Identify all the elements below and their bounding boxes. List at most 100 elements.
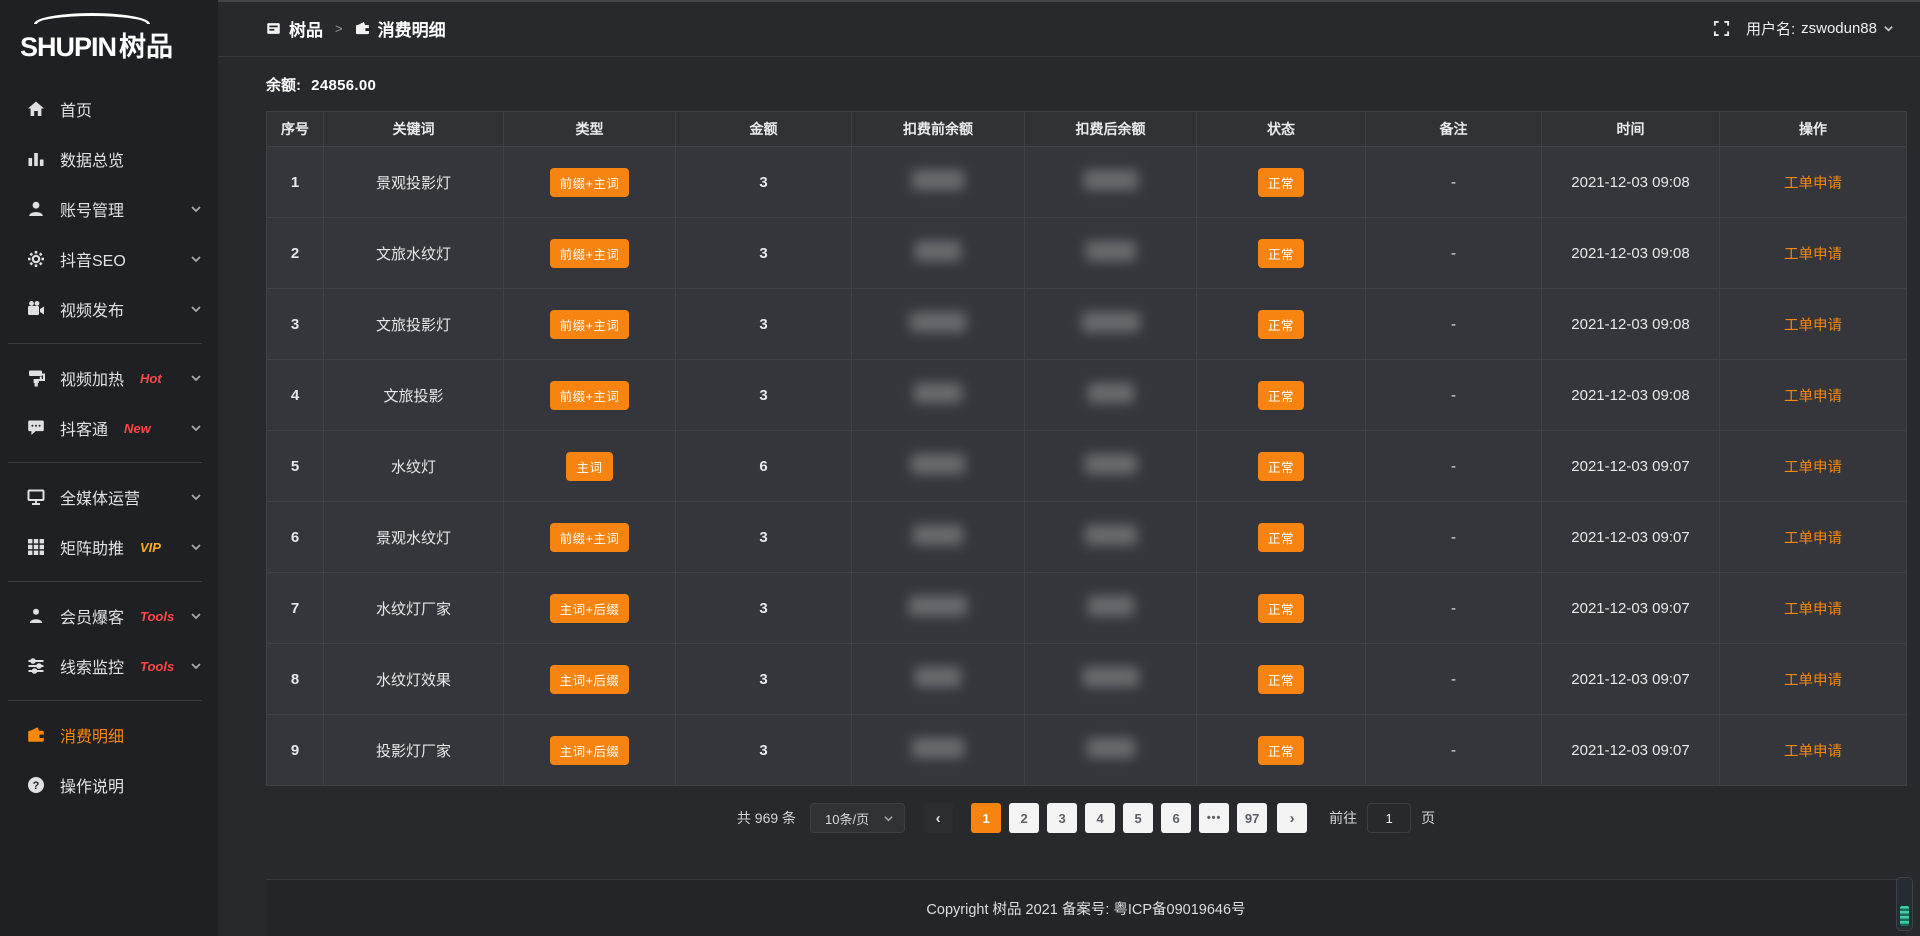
work-order-link[interactable]: 工单申请 (1784, 389, 1842, 405)
status-badge: 正常 (1258, 665, 1304, 694)
type-badge: 主词+后缀 (550, 736, 630, 765)
cell-balance-after (1025, 360, 1197, 431)
page-button-3[interactable]: 3 (1047, 803, 1077, 833)
table-row: 2文旅水纹灯前缀+主词3正常-2021-12-03 09:08工单申请 (267, 218, 1907, 289)
cell-index: 6 (267, 502, 324, 573)
sidebar-item-11[interactable]: 线索监控Tools (0, 641, 218, 691)
goto-page-input[interactable] (1367, 803, 1411, 833)
page-button-5[interactable]: 5 (1123, 803, 1153, 833)
sidebar-item-4[interactable]: 抖音SEO (0, 234, 218, 284)
breadcrumb-item-1[interactable]: 树品 (266, 16, 323, 41)
column-header: 时间 (1542, 112, 1720, 147)
cell-amount: 6 (676, 431, 852, 502)
cell-time: 2021-12-03 09:07 (1542, 431, 1720, 502)
type-badge: 前缀+主词 (550, 310, 630, 339)
user-menu[interactable]: 用户名: zswodun88 (1746, 18, 1894, 39)
cell-index: 4 (267, 360, 324, 431)
balance-value: 24856.00 (311, 77, 376, 94)
chevron-down-icon (190, 303, 202, 315)
sidebar-item-7[interactable]: 抖客通New (0, 403, 218, 453)
redacted-value (909, 596, 967, 616)
cell-index: 3 (267, 289, 324, 360)
cell-balance-before (852, 644, 1025, 715)
work-order-link[interactable]: 工单申请 (1784, 744, 1842, 760)
cell-amount: 3 (676, 147, 852, 218)
sidebar-menu: 首页数据总览账号管理抖音SEO 视频发布视频加热Hot抖客通New 全媒体运营矩阵助… (0, 68, 218, 810)
sidebar-item-label: 视频加热 (60, 366, 124, 390)
page-button-2[interactable]: 2 (1009, 803, 1039, 833)
page-button-97[interactable]: 97 (1237, 803, 1267, 833)
cell-time: 2021-12-03 09:08 (1542, 360, 1720, 431)
redacted-value (1082, 312, 1140, 332)
sidebar-item-label: 抖音SEO (60, 247, 126, 271)
more-pages-button[interactable]: ••• (1199, 803, 1229, 833)
page-button-6[interactable]: 6 (1161, 803, 1191, 833)
sidebar-item-label: 首页 (60, 97, 92, 121)
cell-remark: - (1366, 147, 1542, 218)
fullscreen-icon[interactable] (1713, 20, 1730, 37)
table-row: 8水纹灯效果主词+后缀3正常-2021-12-03 09:07工单申请 (267, 644, 1907, 715)
logo-arc-decoration (34, 13, 150, 24)
sidebar-item-3[interactable]: 账号管理 (0, 184, 218, 234)
content: 余额: 24856.00 序号关键词类型金额扣费前余额扣费后余额状态备注时间操作… (218, 57, 1920, 936)
cell-type: 主词+后缀 (504, 715, 676, 786)
logo-text-en: SHUPIN (20, 32, 116, 62)
breadcrumb: 树品>消费明细 (266, 16, 446, 41)
work-order-link[interactable]: 工单申请 (1784, 247, 1842, 263)
cell-action: 工单申请 (1720, 573, 1907, 644)
cell-index: 7 (267, 573, 324, 644)
wallet-icon (355, 21, 370, 36)
next-page-button[interactable]: › (1277, 803, 1307, 833)
page-button-4[interactable]: 4 (1085, 803, 1115, 833)
cell-amount: 3 (676, 715, 852, 786)
redacted-value (1085, 525, 1137, 545)
type-badge: 前缀+主词 (550, 523, 630, 552)
work-order-link[interactable]: 工单申请 (1784, 176, 1842, 192)
page-size-select[interactable]: 10条/页 (810, 803, 905, 833)
cell-balance-after (1025, 715, 1197, 786)
work-order-link[interactable]: 工单申请 (1784, 531, 1842, 547)
column-header: 扣费前余额 (852, 112, 1025, 147)
cell-balance-before (852, 147, 1025, 218)
sidebar-item-label: 线索监控 (60, 654, 124, 678)
gear-icon (26, 250, 45, 269)
prev-page-button[interactable]: ‹ (923, 803, 953, 833)
table-row: 7水纹灯厂家主词+后缀3正常-2021-12-03 09:07工单申请 (267, 573, 1907, 644)
video-icon (26, 300, 45, 319)
sidebar-item-6[interactable]: 视频加热Hot (0, 353, 218, 403)
column-header: 扣费后余额 (1025, 112, 1197, 147)
redacted-value (915, 241, 961, 261)
column-header: 备注 (1366, 112, 1542, 147)
sidebar-item-9[interactable]: 矩阵助推VIP (0, 522, 218, 572)
cell-keyword: 景观投影灯 (324, 147, 504, 218)
sidebar-item-label: 账号管理 (60, 197, 124, 221)
sidebar-item-1[interactable]: 首页 (0, 84, 218, 134)
sidebar-item-tag: Tools (140, 609, 174, 624)
breadcrumb-item-2[interactable]: 消费明细 (355, 16, 446, 41)
work-order-link[interactable]: 工单申请 (1784, 460, 1842, 476)
sidebar-item-2[interactable]: 数据总览 (0, 134, 218, 184)
redacted-value (1086, 241, 1136, 261)
chevron-down-icon (190, 203, 202, 215)
sidebar-item-5[interactable]: 视频发布 (0, 284, 218, 334)
sidebar-item-label: 消费明细 (60, 723, 124, 747)
work-order-link[interactable]: 工单申请 (1784, 673, 1842, 689)
cell-type: 前缀+主词 (504, 360, 676, 431)
page-button-1[interactable]: 1 (971, 803, 1001, 833)
sidebar-item-10[interactable]: 会员爆客Tools (0, 591, 218, 641)
sidebar-item-8[interactable]: 全媒体运营 (0, 472, 218, 522)
cell-action: 工单申请 (1720, 502, 1907, 573)
cell-action: 工单申请 (1720, 147, 1907, 218)
goto-unit: 页 (1421, 808, 1435, 828)
sidebar-item-12[interactable]: 消费明细 (0, 710, 218, 760)
sidebar-item-13[interactable]: ?操作说明 (0, 760, 218, 810)
table-header-row: 序号关键词类型金额扣费前余额扣费后余额状态备注时间操作 (267, 112, 1907, 147)
floating-widget[interactable] (1896, 877, 1913, 931)
type-badge: 主词+后缀 (550, 594, 630, 623)
work-order-link[interactable]: 工单申请 (1784, 602, 1842, 618)
work-order-link[interactable]: 工单申请 (1784, 318, 1842, 334)
status-badge: 正常 (1258, 594, 1304, 623)
cell-amount: 3 (676, 289, 852, 360)
redacted-value (1085, 454, 1137, 474)
redacted-value (915, 667, 961, 687)
